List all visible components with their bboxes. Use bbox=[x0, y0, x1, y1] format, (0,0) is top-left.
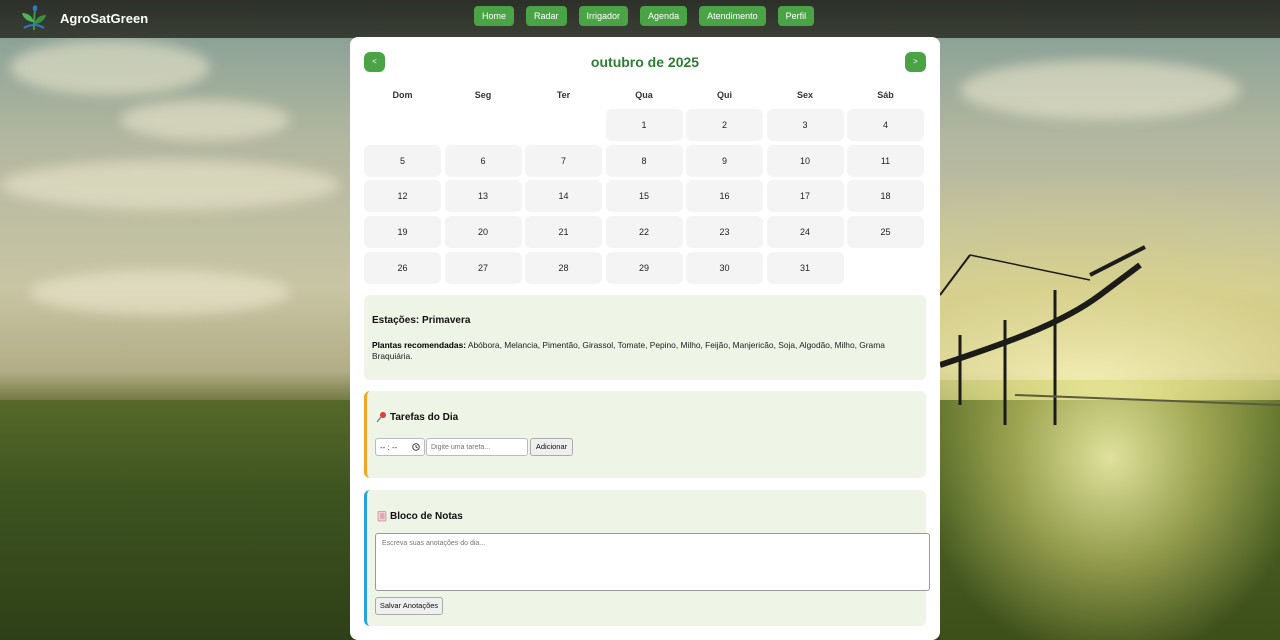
notebook-icon bbox=[377, 511, 387, 522]
calendar-day[interactable]: 9 bbox=[686, 144, 763, 177]
next-month-button[interactable]: > bbox=[905, 52, 926, 72]
leaf-logo-icon bbox=[22, 5, 46, 31]
cloud-shape bbox=[120, 100, 290, 140]
weekday-label: Sáb bbox=[877, 90, 894, 100]
task-text-input[interactable] bbox=[426, 438, 528, 456]
nav-links: Home Radar Irrigador Agenda Atendimento … bbox=[474, 6, 815, 26]
notes-title: Bloco de Notas bbox=[390, 510, 463, 522]
calendar-header: < outubro de 2025 > bbox=[364, 52, 926, 72]
agenda-panel: < outubro de 2025 > Dom Seg Ter Qua Qui … bbox=[350, 37, 940, 640]
calendar-grid: 1 2 3 4 5 6 7 8 9 10 11 12 13 14 15 16 17 18 19 20 21 22 23 24 2… bbox=[364, 109, 926, 284]
nav-irrigador-button[interactable]: Irrigador bbox=[578, 6, 629, 26]
calendar-day[interactable]: 14 bbox=[525, 180, 602, 213]
recommended-plants: Plantas recomendadas: Abóbora, Melancia,… bbox=[372, 340, 918, 362]
weekday-header-row: Dom Seg Ter Qua Qui Sex Sáb bbox=[364, 90, 926, 100]
add-task-button[interactable]: Adicionar bbox=[530, 438, 573, 456]
calendar-day[interactable]: 10 bbox=[766, 144, 844, 177]
irrigation-pivot-icon bbox=[940, 245, 1280, 425]
calendar-day[interactable]: 21 bbox=[525, 216, 602, 249]
calendar-day[interactable]: 22 bbox=[605, 216, 683, 249]
empty-day-cell bbox=[525, 109, 602, 141]
brand[interactable]: AgroSatGreen bbox=[20, 4, 148, 32]
calendar-day[interactable]: 26 bbox=[364, 251, 441, 284]
nav-radar-button[interactable]: Radar bbox=[526, 6, 567, 26]
calendar-day[interactable]: 7 bbox=[525, 144, 602, 177]
calendar-day[interactable]: 27 bbox=[444, 251, 522, 284]
calendar-day[interactable]: 28 bbox=[525, 251, 602, 284]
time-placeholder: -- : -- bbox=[380, 442, 398, 452]
season-title: Estações: Primavera bbox=[372, 315, 471, 326]
clock-icon bbox=[412, 443, 420, 451]
calendar-day[interactable]: 5 bbox=[364, 144, 441, 177]
calendar-day[interactable]: 12 bbox=[364, 180, 441, 213]
weekday-label: Ter bbox=[556, 90, 571, 100]
app-title: AgroSatGreen bbox=[60, 10, 149, 26]
weekday-label: Seg bbox=[474, 90, 492, 100]
calendar-day[interactable]: 31 bbox=[766, 251, 844, 284]
weekday-label: Dom bbox=[392, 90, 413, 100]
weekday-label: Sex bbox=[796, 90, 813, 100]
tasks-title: Tarefas do Dia bbox=[390, 411, 459, 423]
weekday-label: Qua bbox=[635, 90, 653, 100]
pushpin-icon bbox=[376, 412, 386, 423]
save-notes-button[interactable]: Salvar Anotações bbox=[375, 597, 443, 615]
calendar-day[interactable]: 2 bbox=[686, 109, 763, 141]
cloud-shape bbox=[10, 40, 210, 95]
season-card: Estações: Primavera Plantas recomendadas… bbox=[364, 295, 926, 380]
cloud-shape bbox=[0, 160, 340, 210]
calendar-day[interactable]: 25 bbox=[847, 216, 924, 249]
calendar-day[interactable]: 4 bbox=[847, 109, 924, 141]
notes-textarea[interactable] bbox=[375, 533, 930, 591]
calendar-day[interactable]: 15 bbox=[605, 180, 683, 213]
calendar-day[interactable]: 17 bbox=[766, 180, 844, 213]
calendar-day[interactable]: 29 bbox=[605, 251, 683, 284]
calendar-day[interactable]: 18 bbox=[847, 180, 924, 213]
nav-atendimento-button[interactable]: Atendimento bbox=[699, 6, 766, 26]
calendar-day[interactable]: 23 bbox=[686, 216, 763, 249]
calendar-day[interactable]: 20 bbox=[444, 216, 522, 249]
calendar-day[interactable]: 8 bbox=[605, 144, 683, 177]
calendar-day[interactable]: 6 bbox=[444, 144, 522, 177]
tasks-heading: Tarefas do Dia bbox=[376, 411, 458, 423]
calendar-day[interactable]: 1 bbox=[605, 109, 683, 141]
cloud-shape bbox=[30, 270, 290, 315]
calendar-day[interactable]: 19 bbox=[364, 216, 441, 249]
calendar-day[interactable]: 3 bbox=[766, 109, 844, 141]
notes-card: Bloco de Notas Salvar Anotações bbox=[364, 490, 930, 626]
cloud-shape bbox=[960, 60, 1240, 120]
calendar-day[interactable]: 13 bbox=[444, 180, 522, 213]
nav-agenda-button[interactable]: Agenda bbox=[640, 6, 688, 26]
calendar-day[interactable]: 11 bbox=[847, 144, 924, 177]
task-time-input[interactable]: -- : -- bbox=[375, 438, 425, 456]
month-title: outubro de 2025 bbox=[590, 54, 700, 70]
plants-label: Plantas recomendadas: bbox=[372, 340, 467, 350]
weekday-label: Qui bbox=[717, 90, 732, 100]
nav-home-button[interactable]: Home bbox=[474, 6, 515, 26]
empty-day-cell bbox=[364, 109, 441, 141]
calendar-day[interactable]: 30 bbox=[686, 251, 763, 284]
calendar-day[interactable]: 24 bbox=[766, 216, 844, 249]
nav-perfil-button[interactable]: Perfil bbox=[777, 6, 815, 26]
top-navbar: AgroSatGreen Home Radar Irrigador Agenda… bbox=[0, 0, 1280, 38]
calendar-day[interactable]: 16 bbox=[686, 180, 763, 213]
notes-heading: Bloco de Notas bbox=[376, 510, 463, 522]
daily-tasks-card: Tarefas do Dia -- : -- Adicionar bbox=[364, 391, 926, 478]
empty-day-cell bbox=[445, 109, 522, 141]
